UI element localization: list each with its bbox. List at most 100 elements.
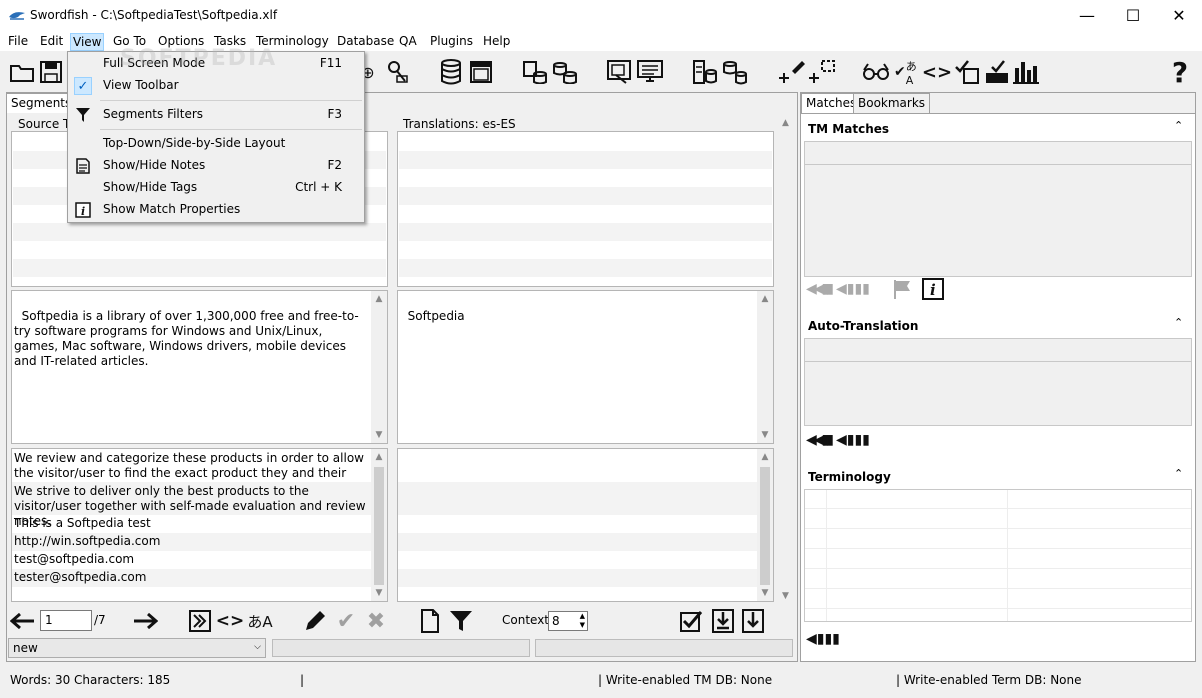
confirm-check-icon[interactable]: ✔ bbox=[334, 608, 358, 634]
menu-view[interactable]: View bbox=[70, 33, 105, 51]
save-icon[interactable] bbox=[38, 58, 64, 86]
context-spinner[interactable]: 8 ▲ ▼ bbox=[548, 611, 588, 631]
previous-match-icon[interactable]: ◀◀▮▮ bbox=[806, 281, 834, 297]
menu-item-show-hide-notes[interactable]: Show/Hide Notes F2 bbox=[70, 155, 362, 177]
tm-import-icon[interactable] bbox=[692, 58, 718, 86]
checked-window-icon[interactable] bbox=[954, 58, 980, 86]
menu-help[interactable]: Help bbox=[481, 33, 512, 51]
import-db-icon[interactable] bbox=[522, 58, 548, 86]
download-check-icon[interactable] bbox=[710, 608, 736, 634]
add-term-icon[interactable] bbox=[778, 58, 806, 86]
menu-database[interactable]: Database bbox=[335, 33, 396, 51]
edit-pencil-icon[interactable] bbox=[302, 608, 328, 634]
target-segment-list-top bbox=[397, 131, 774, 287]
menu-plugins[interactable]: Plugins bbox=[428, 33, 475, 51]
flag-icon[interactable] bbox=[892, 278, 916, 302]
menu-tasks[interactable]: Tasks bbox=[212, 33, 248, 51]
scroll-thumb[interactable] bbox=[760, 467, 770, 585]
menu-goto[interactable]: Go To bbox=[111, 33, 148, 51]
scroll-up-icon[interactable]: ▲ bbox=[782, 118, 789, 128]
filter-funnel-icon[interactable] bbox=[448, 608, 474, 634]
list-item[interactable]: We review and categorize these products … bbox=[12, 449, 371, 495]
segment-number-input[interactable]: 1 bbox=[40, 610, 92, 631]
info-icon[interactable]: i bbox=[922, 278, 946, 302]
statistics-icon[interactable] bbox=[1012, 58, 1040, 86]
glasses-icon[interactable] bbox=[862, 58, 890, 86]
collapse-up-icon[interactable]: ⌃ bbox=[1174, 467, 1183, 480]
menu-item-show-hide-tags[interactable]: Show/Hide Tags Ctrl + K bbox=[70, 177, 362, 199]
collapse-up-icon[interactable]: ⌃ bbox=[1174, 316, 1183, 329]
list-item[interactable]: test@softpedia.com bbox=[12, 551, 371, 569]
scroll-down-icon[interactable]: ▼ bbox=[759, 429, 771, 441]
next-translation-icon[interactable]: ◀▮▮▮ bbox=[836, 432, 870, 448]
copy-source-icon[interactable] bbox=[188, 608, 212, 634]
add-selection-icon[interactable] bbox=[808, 58, 836, 86]
menu-item-view-toolbar[interactable]: ✓ View Toolbar bbox=[70, 75, 362, 97]
scroll-up-icon[interactable]: ▲ bbox=[759, 451, 771, 463]
download-icon[interactable] bbox=[740, 608, 766, 634]
target-editor[interactable]: Softpedia ▲ ▼ bbox=[397, 290, 774, 444]
menu-options[interactable]: Options bbox=[156, 33, 206, 51]
menu-terminology[interactable]: Terminology bbox=[254, 33, 331, 51]
scroll-up-icon[interactable]: ▲ bbox=[373, 293, 385, 305]
menu-qa[interactable]: QA bbox=[397, 33, 419, 51]
monitor-icon[interactable] bbox=[636, 58, 664, 86]
menu-item-full-screen[interactable]: Full Screen Mode F11 bbox=[70, 53, 362, 75]
scroll-down-icon[interactable]: ▼ bbox=[373, 429, 385, 441]
search-person-icon[interactable] bbox=[384, 58, 410, 86]
menu-item-layout[interactable]: Top-Down/Side-by-Side Layout bbox=[70, 133, 362, 155]
list-item[interactable]: This is a Softpedia test bbox=[12, 515, 371, 533]
source-segment-list-bottom: We review and categorize these products … bbox=[11, 448, 388, 602]
target-list-scrollbar[interactable]: ▲ ▼ bbox=[757, 449, 773, 601]
scroll-down-icon[interactable]: ▼ bbox=[782, 591, 789, 601]
tm-db-status: | Write-enabled TM DB: None bbox=[598, 673, 773, 687]
open-folder-icon[interactable] bbox=[8, 58, 36, 86]
previous-translation-icon[interactable]: ◀◀▮▮ bbox=[806, 432, 834, 448]
spinner-arrows-icon[interactable]: ▲ ▼ bbox=[580, 612, 585, 630]
segment-status-select[interactable]: new ⌵ bbox=[8, 638, 266, 658]
source-editor[interactable]: Softpedia is a library of over 1,300,000… bbox=[11, 290, 388, 444]
collapse-up-icon[interactable]: ⌃ bbox=[1174, 119, 1183, 132]
status-separator: | bbox=[300, 673, 305, 687]
next-term-icon[interactable]: ◀▮▮▮ bbox=[806, 631, 840, 647]
database-icon[interactable] bbox=[438, 58, 464, 86]
export-db-icon[interactable] bbox=[552, 58, 578, 86]
scroll-up-icon[interactable]: ▲ bbox=[373, 451, 385, 463]
screen-translate-icon[interactable] bbox=[606, 58, 634, 86]
segments-scrollbar[interactable]: ▲ ▼ bbox=[780, 118, 796, 604]
window-layout-icon[interactable] bbox=[468, 58, 494, 86]
reject-x-icon[interactable]: ✖ bbox=[364, 608, 388, 634]
new-document-icon[interactable] bbox=[418, 608, 442, 634]
tags-check-icon[interactable]: <> bbox=[922, 58, 952, 86]
minimize-button[interactable]: — bbox=[1064, 0, 1110, 31]
source-list-scrollbar[interactable]: ▲ ▼ bbox=[371, 449, 387, 601]
list-item[interactable]: tester@softpedia.com bbox=[12, 569, 371, 587]
next-segment-icon[interactable] bbox=[132, 608, 158, 634]
spellcheck-icon[interactable]: ✔ あA bbox=[894, 58, 920, 87]
next-match-icon[interactable]: ◀▮▮▮ bbox=[836, 281, 870, 297]
tab-segments[interactable]: Segments bbox=[6, 93, 77, 113]
scroll-down-icon[interactable]: ▼ bbox=[759, 587, 771, 599]
source-editor-scrollbar[interactable]: ▲ ▼ bbox=[371, 291, 387, 443]
insert-tags-icon[interactable]: <> bbox=[216, 608, 245, 634]
menu-item-match-properties[interactable]: i Show Match Properties bbox=[70, 199, 362, 221]
menu-file[interactable]: File bbox=[6, 33, 30, 51]
scroll-down-icon[interactable]: ▼ bbox=[373, 587, 385, 599]
list-item[interactable]: http://win.softpedia.com bbox=[12, 533, 371, 551]
tab-bookmarks[interactable]: Bookmarks bbox=[853, 93, 931, 113]
approve-checkbox-icon[interactable] bbox=[678, 608, 704, 634]
menu-edit[interactable]: Edit bbox=[38, 33, 65, 51]
maximize-button[interactable]: ☐ bbox=[1110, 0, 1156, 31]
menu-item-segments-filters[interactable]: Segments Filters F3 bbox=[70, 104, 362, 126]
scroll-up-icon[interactable]: ▲ bbox=[759, 293, 771, 305]
help-icon[interactable]: ? bbox=[1168, 56, 1192, 89]
target-editor-scrollbar[interactable]: ▲ ▼ bbox=[757, 291, 773, 443]
tm-export-icon[interactable] bbox=[722, 58, 748, 86]
menu-bar: File Edit View Go To Options Tasks Termi… bbox=[0, 31, 1202, 51]
close-button[interactable]: ✕ bbox=[1156, 0, 1202, 31]
previous-segment-icon[interactable] bbox=[10, 608, 36, 634]
list-item[interactable]: We strive to deliver only the best produ… bbox=[12, 482, 371, 528]
scroll-thumb[interactable] bbox=[374, 467, 384, 585]
checked-progress-icon[interactable] bbox=[984, 58, 1010, 86]
translate-text-icon[interactable]: あA bbox=[246, 608, 274, 634]
